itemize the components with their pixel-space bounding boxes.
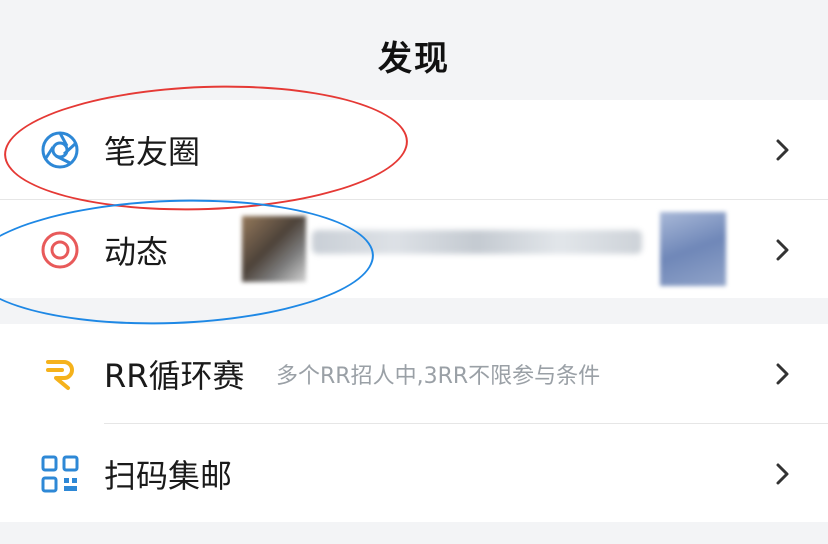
rr-logo-icon (46, 360, 74, 390)
page-title: 发现 (378, 38, 450, 79)
menu-item-label: RR循环赛 (104, 356, 245, 395)
menu-item-moments[interactable]: 动态 (0, 200, 828, 299)
chevron-right-icon (776, 463, 789, 485)
discover-group-social: 笔友圈 动态 (0, 100, 828, 298)
blurred-avatar (242, 216, 306, 282)
blurred-preview-text (312, 230, 642, 254)
chevron-right-icon (776, 139, 789, 161)
top-bar: 发现 (0, 0, 828, 100)
menu-item-rr-round-robin[interactable]: RR循环赛 多个RR招人中,3RR不限参与条件 (0, 324, 828, 423)
blurred-thumbnail (660, 212, 726, 286)
target-icon (41, 231, 79, 269)
chevron-right-icon (776, 239, 789, 261)
aperture-icon (41, 131, 79, 169)
menu-item-subtitle: 多个RR招人中,3RR不限参与条件 (276, 363, 601, 389)
chevron-right-icon (776, 363, 789, 385)
qr-code-icon (41, 455, 79, 493)
discover-group-activities: RR循环赛 多个RR招人中,3RR不限参与条件 扫码集邮 (0, 324, 828, 522)
menu-item-label: 动态 (104, 232, 169, 271)
menu-item-label: 扫码集邮 (104, 456, 233, 495)
menu-item-pen-pal-circle[interactable]: 笔友圈 (0, 100, 828, 199)
menu-item-scan-stamp[interactable]: 扫码集邮 (0, 424, 828, 523)
menu-item-label: 笔友圈 (104, 132, 201, 171)
